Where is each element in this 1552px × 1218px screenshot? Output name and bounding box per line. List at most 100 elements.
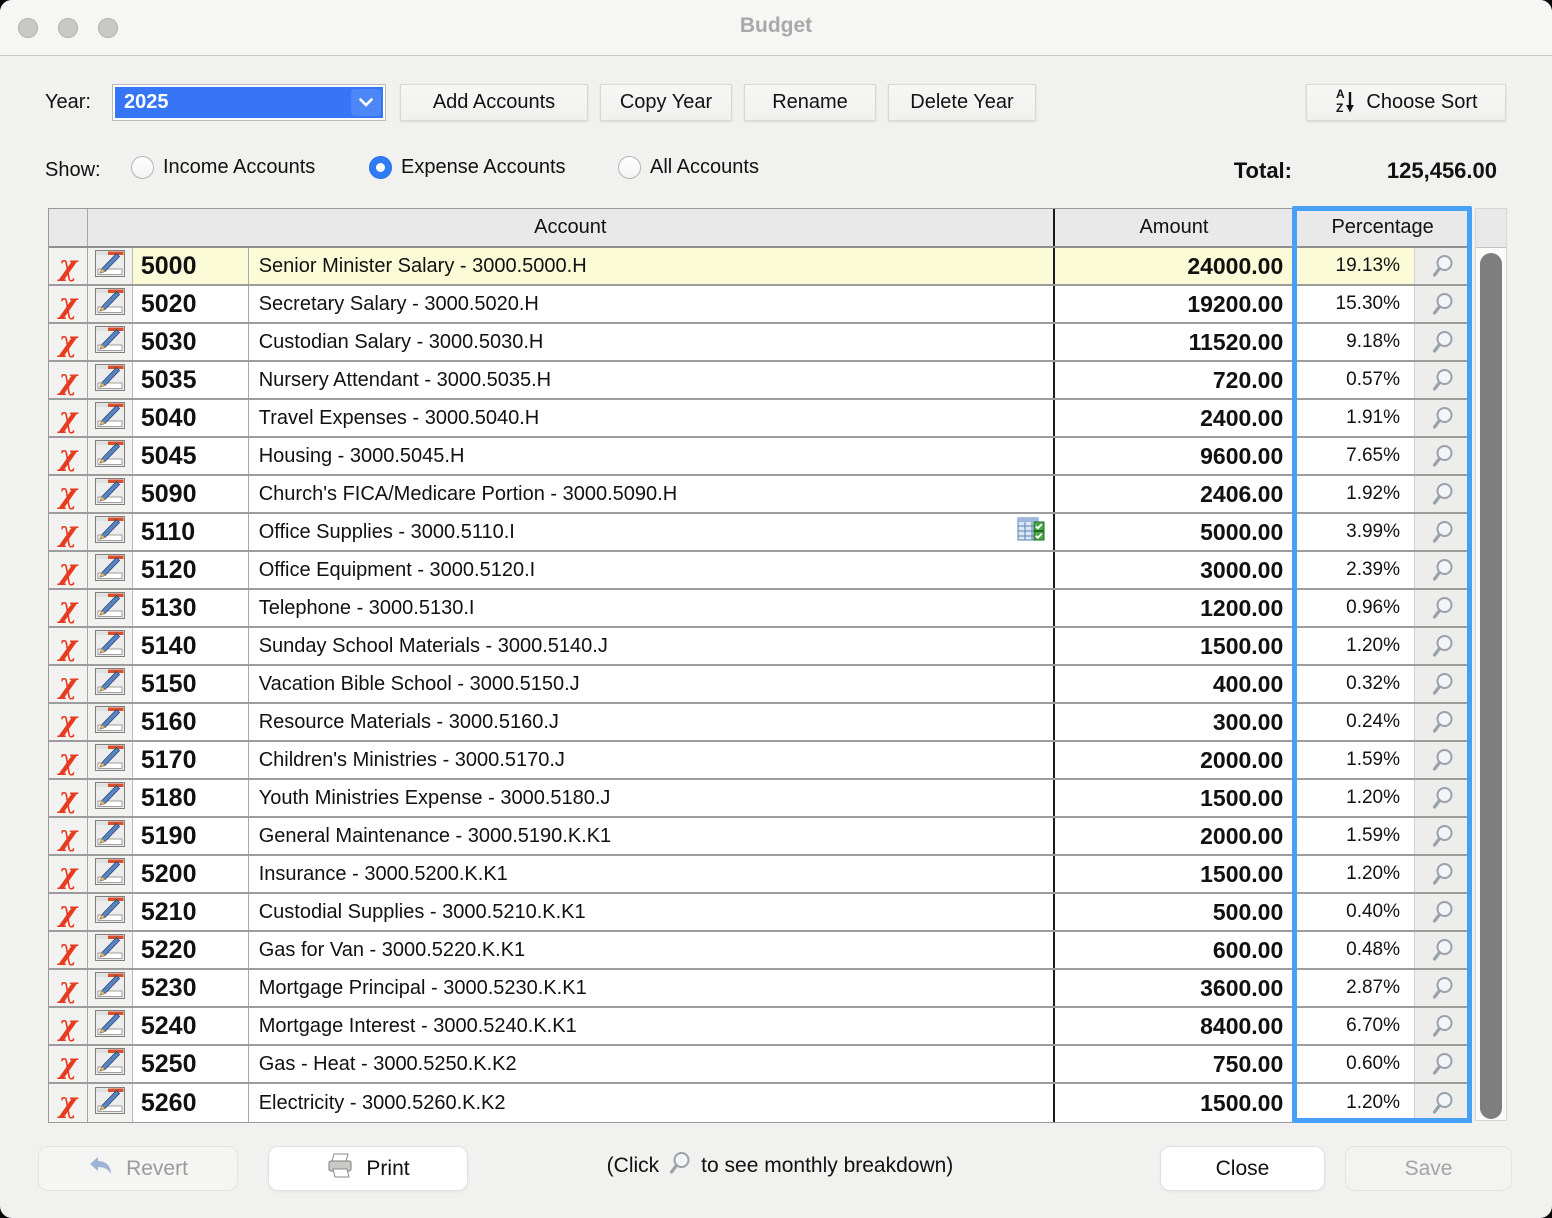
magnifier-button[interactable] xyxy=(1414,286,1471,322)
table-row[interactable]: χ 5130Telephone - 3000.5130.I1200.000.96… xyxy=(49,590,1471,628)
radio-income-accounts[interactable]: Income Accounts xyxy=(131,156,315,179)
magnifier-button[interactable] xyxy=(1414,780,1471,816)
table-row[interactable]: χ 5200Insurance - 3000.5200.K.K11500.001… xyxy=(49,856,1471,894)
edit-row-button[interactable] xyxy=(88,666,133,702)
print-button[interactable]: Print xyxy=(268,1146,468,1191)
magnifier-button[interactable] xyxy=(1414,970,1471,1006)
delete-row-button[interactable]: χ xyxy=(49,400,88,436)
radio-all-accounts[interactable]: All Accounts xyxy=(618,156,759,179)
delete-row-button[interactable]: χ xyxy=(49,1084,88,1122)
table-row[interactable]: χ 5150Vacation Bible School - 3000.5150.… xyxy=(49,666,1471,704)
save-button[interactable]: Save xyxy=(1345,1146,1512,1191)
radio-expense-accounts[interactable]: Expense Accounts xyxy=(369,156,566,179)
magnifier-button[interactable] xyxy=(1414,932,1471,968)
magnifier-button[interactable] xyxy=(1414,1008,1471,1044)
choose-sort-button[interactable]: A Z Choose Sort xyxy=(1306,84,1506,121)
table-row[interactable]: χ 5110Office Supplies - 3000.5110.I 5000… xyxy=(49,514,1471,552)
delete-row-button[interactable]: χ xyxy=(49,666,88,702)
table-row[interactable]: χ 5045Housing - 3000.5045.H9600.007.65% xyxy=(49,438,1471,476)
table-row[interactable]: χ 5120Office Equipment - 3000.5120.I3000… xyxy=(49,552,1471,590)
edit-row-button[interactable] xyxy=(88,742,133,778)
delete-row-button[interactable]: χ xyxy=(49,552,88,588)
edit-row-button[interactable] xyxy=(88,248,133,284)
edit-row-button[interactable] xyxy=(88,514,133,550)
delete-row-button[interactable]: χ xyxy=(49,742,88,778)
delete-row-button[interactable]: χ xyxy=(49,818,88,854)
delete-row-button[interactable]: χ xyxy=(49,324,88,360)
table-row[interactable]: χ 5000Senior Minister Salary - 3000.5000… xyxy=(49,248,1471,286)
delete-row-button[interactable]: χ xyxy=(49,590,88,626)
delete-row-button[interactable]: χ xyxy=(49,856,88,892)
magnifier-button[interactable] xyxy=(1414,248,1471,284)
delete-row-button[interactable]: χ xyxy=(49,704,88,740)
edit-row-button[interactable] xyxy=(88,438,133,474)
close-button[interactable]: Close xyxy=(1160,1146,1325,1191)
edit-row-button[interactable] xyxy=(88,476,133,512)
magnifier-button[interactable] xyxy=(1414,894,1471,930)
vertical-scrollbar[interactable] xyxy=(1475,208,1507,1121)
edit-row-button[interactable] xyxy=(88,552,133,588)
edit-row-button[interactable] xyxy=(88,932,133,968)
table-row[interactable]: χ 5190General Maintenance - 3000.5190.K.… xyxy=(49,818,1471,856)
edit-row-button[interactable] xyxy=(88,1008,133,1044)
magnifier-button[interactable] xyxy=(1414,628,1471,664)
edit-row-button[interactable] xyxy=(88,628,133,664)
delete-row-button[interactable]: χ xyxy=(49,476,88,512)
magnifier-button[interactable] xyxy=(1414,324,1471,360)
table-row[interactable]: χ 5240Mortgage Interest - 3000.5240.K.K1… xyxy=(49,1008,1471,1046)
edit-row-button[interactable] xyxy=(88,324,133,360)
edit-row-button[interactable] xyxy=(88,856,133,892)
table-row[interactable]: χ 5230Mortgage Principal - 3000.5230.K.K… xyxy=(49,970,1471,1008)
magnifier-button[interactable] xyxy=(1414,1084,1471,1122)
percentage-column-header[interactable]: Percentage xyxy=(1293,209,1471,246)
delete-row-button[interactable]: χ xyxy=(49,1046,88,1082)
delete-row-button[interactable]: χ xyxy=(49,894,88,930)
year-select[interactable]: 2025 xyxy=(112,84,386,121)
magnifier-button[interactable] xyxy=(1414,666,1471,702)
table-row[interactable]: χ 5020Secretary Salary - 3000.5020.H1920… xyxy=(49,286,1471,324)
magnifier-button[interactable] xyxy=(1414,514,1471,550)
magnifier-button[interactable] xyxy=(1414,704,1471,740)
table-row[interactable]: χ 5040Travel Expenses - 3000.5040.H2400.… xyxy=(49,400,1471,438)
magnifier-button[interactable] xyxy=(1414,590,1471,626)
edit-row-button[interactable] xyxy=(88,400,133,436)
magnifier-button[interactable] xyxy=(1414,818,1471,854)
table-row[interactable]: χ 5210Custodial Supplies - 3000.5210.K.K… xyxy=(49,894,1471,932)
magnifier-button[interactable] xyxy=(1414,1046,1471,1082)
table-row[interactable]: χ 5090Church's FICA/Medicare Portion - 3… xyxy=(49,476,1471,514)
delete-row-button[interactable]: χ xyxy=(49,514,88,550)
delete-row-button[interactable]: χ xyxy=(49,780,88,816)
copy-year-button[interactable]: Copy Year xyxy=(600,84,732,121)
table-row[interactable]: χ 5140Sunday School Materials - 3000.514… xyxy=(49,628,1471,666)
delete-row-button[interactable]: χ xyxy=(49,628,88,664)
delete-row-button[interactable]: χ xyxy=(49,362,88,398)
table-row[interactable]: χ 5030Custodian Salary - 3000.5030.H1152… xyxy=(49,324,1471,362)
rename-button[interactable]: Rename xyxy=(744,84,876,121)
table-row[interactable]: χ 5160Resource Materials - 3000.5160.J30… xyxy=(49,704,1471,742)
revert-button[interactable]: Revert xyxy=(38,1146,238,1191)
scrollbar-thumb[interactable] xyxy=(1480,253,1502,1119)
magnifier-button[interactable] xyxy=(1414,476,1471,512)
delete-row-button[interactable]: χ xyxy=(49,248,88,284)
magnifier-button[interactable] xyxy=(1414,438,1471,474)
delete-row-button[interactable]: χ xyxy=(49,438,88,474)
edit-row-button[interactable] xyxy=(88,362,133,398)
delete-row-button[interactable]: χ xyxy=(49,970,88,1006)
edit-row-button[interactable] xyxy=(88,286,133,322)
magnifier-button[interactable] xyxy=(1414,742,1471,778)
edit-row-button[interactable] xyxy=(88,970,133,1006)
edit-row-button[interactable] xyxy=(88,1084,133,1122)
edit-row-button[interactable] xyxy=(88,818,133,854)
table-row[interactable]: χ 5035Nursery Attendant - 3000.5035.H720… xyxy=(49,362,1471,400)
magnifier-button[interactable] xyxy=(1414,552,1471,588)
table-row[interactable]: χ 5220Gas for Van - 3000.5220.K.K1600.00… xyxy=(49,932,1471,970)
edit-row-button[interactable] xyxy=(88,1046,133,1082)
account-column-header[interactable]: Account xyxy=(88,209,1053,246)
edit-row-button[interactable] xyxy=(88,780,133,816)
add-accounts-button[interactable]: Add Accounts xyxy=(400,84,588,121)
amount-column-header[interactable]: Amount xyxy=(1053,209,1294,246)
delete-row-button[interactable]: χ xyxy=(49,1008,88,1044)
table-row[interactable]: χ 5250Gas - Heat - 3000.5250.K.K2750.000… xyxy=(49,1046,1471,1084)
table-row[interactable]: χ 5260Electricity - 3000.5260.K.K21500.0… xyxy=(49,1084,1471,1122)
magnifier-button[interactable] xyxy=(1414,400,1471,436)
